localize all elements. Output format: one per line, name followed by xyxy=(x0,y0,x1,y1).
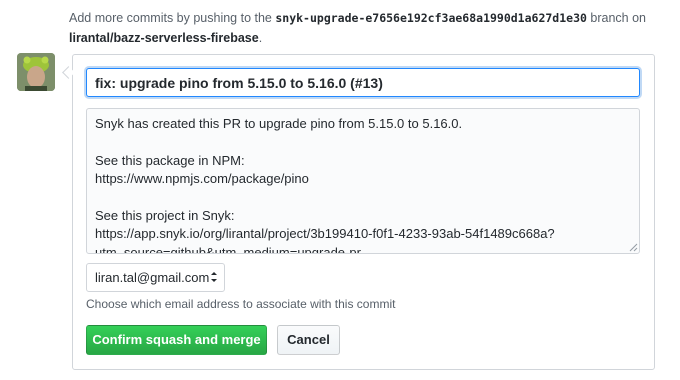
avatar[interactable] xyxy=(17,53,55,91)
cancel-button[interactable]: Cancel xyxy=(277,325,340,355)
confirm-squash-merge-button[interactable]: Confirm squash and merge xyxy=(86,325,267,355)
notice-middle: branch on xyxy=(586,11,646,25)
notice-prefix: Add more commits by pushing to the xyxy=(69,11,276,25)
repo-link[interactable]: lirantal/bazz-serverless-firebase xyxy=(69,31,259,45)
commit-title-input[interactable] xyxy=(86,68,640,97)
select-arrows-icon xyxy=(211,272,217,282)
branch-notice: Add more commits by pushing to the snyk-… xyxy=(69,8,669,48)
email-hint: Choose which email address to associate … xyxy=(86,297,396,311)
notice-suffix: . xyxy=(258,31,263,45)
commit-email-select[interactable]: liran.tal@gmail.com xyxy=(86,263,225,292)
commit-message-textarea[interactable]: Snyk has created this PR to upgrade pino… xyxy=(86,108,640,254)
avatar-image xyxy=(17,53,55,91)
branch-name: snyk-upgrade-e7656e192cf3ae68a1990d1a627… xyxy=(275,11,587,25)
commit-email-value: liran.tal@gmail.com xyxy=(95,270,210,285)
resize-grip-icon[interactable] xyxy=(629,243,638,252)
